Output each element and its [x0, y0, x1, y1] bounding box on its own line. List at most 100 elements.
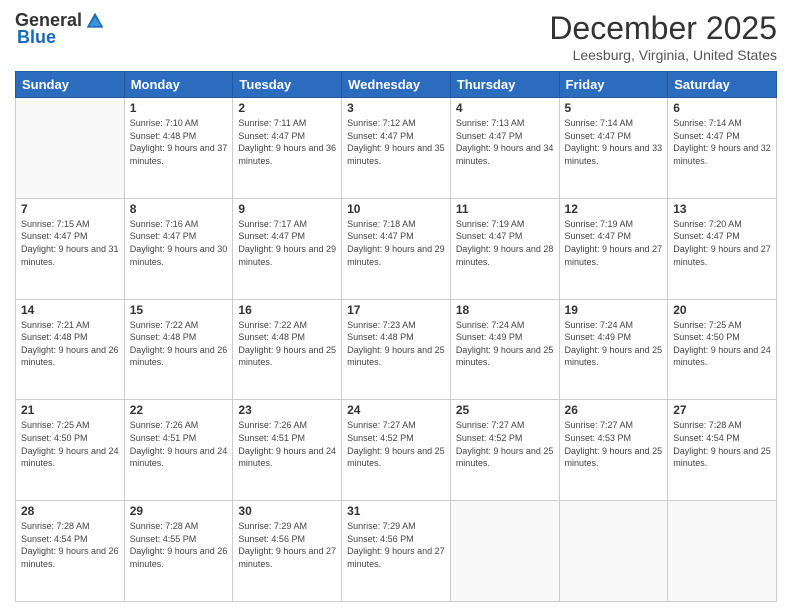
daylight-text: Daylight: 9 hours and 25 minutes. [347, 446, 445, 469]
calendar-cell-w1-d3: 2Sunrise: 7:11 AMSunset: 4:47 PMDaylight… [233, 98, 342, 199]
day-number: 25 [456, 403, 554, 417]
sunrise-text: Sunrise: 7:13 AM [456, 118, 525, 128]
day-info: Sunrise: 7:25 AMSunset: 4:50 PMDaylight:… [673, 319, 771, 369]
header: General Blue December 2025 Leesburg, Vir… [15, 10, 777, 63]
sunrise-text: Sunrise: 7:22 AM [130, 320, 199, 330]
day-info: Sunrise: 7:18 AMSunset: 4:47 PMDaylight:… [347, 218, 445, 268]
day-number: 6 [673, 101, 771, 115]
day-info: Sunrise: 7:22 AMSunset: 4:48 PMDaylight:… [130, 319, 228, 369]
calendar-cell-w1-d7: 6Sunrise: 7:14 AMSunset: 4:47 PMDaylight… [668, 98, 777, 199]
day-info: Sunrise: 7:25 AMSunset: 4:50 PMDaylight:… [21, 419, 119, 469]
calendar-week-4: 21 Sunrise: 7:25 AMSunset: 4:50 PMDayligh… [16, 400, 777, 501]
daylight-text: Daylight: 9 hours and 26 minutes. [130, 345, 228, 368]
sunrise-text: Sunrise: 7:29 AM [238, 521, 307, 531]
day-info: Sunrise: 7:21 AMSunset: 4:48 PMDaylight:… [21, 319, 119, 369]
sunrise-text: Sunrise: 7:21 AM [21, 320, 90, 330]
day-number: 13 [673, 202, 771, 216]
daylight-text: Daylight: 9 hours and 27 minutes. [565, 244, 663, 267]
calendar-cell-w5-d6 [559, 501, 668, 602]
calendar-cell-w4-d5: 25Sunrise: 7:27 AMSunset: 4:52 PMDayligh… [450, 400, 559, 501]
day-info: Sunrise: 7:28 AMSunset: 4:54 PMDaylight:… [673, 419, 771, 469]
calendar-cell-w3-d6: 19 Sunrise: 7:24 AMSunset: 4:49 PMDayligh… [559, 299, 668, 400]
col-wednesday: Wednesday [342, 72, 451, 98]
sunset-text: Sunset: 4:47 PM [347, 231, 414, 241]
sunrise-text: Sunrise: 7:20 AM [673, 219, 742, 229]
calendar-cell-w1-d5: 4Sunrise: 7:13 AMSunset: 4:47 PMDaylight… [450, 98, 559, 199]
day-number: 24 [347, 403, 445, 417]
day-number: 11 [456, 202, 554, 216]
daylight-text: Daylight: 9 hours and 24 minutes. [238, 446, 336, 469]
calendar-cell-w5-d4: 31Sunrise: 7:29 AMSunset: 4:56 PMDayligh… [342, 501, 451, 602]
day-number: 9 [238, 202, 336, 216]
daylight-text: Daylight: 9 hours and 32 minutes. [673, 143, 771, 166]
day-number: 3 [347, 101, 445, 115]
daylight-text: Daylight: 9 hours and 25 minutes. [347, 345, 445, 368]
sunrise-text: Sunrise: 7:26 AM [130, 420, 199, 430]
day-info: Sunrise: 7:20 AMSunset: 4:47 PMDaylight:… [673, 218, 771, 268]
col-saturday: Saturday [668, 72, 777, 98]
calendar-cell-w5-d7 [668, 501, 777, 602]
sunset-text: Sunset: 4:53 PM [565, 433, 632, 443]
daylight-text: Daylight: 9 hours and 24 minutes. [130, 446, 228, 469]
day-number: 21 [21, 403, 119, 417]
day-info: Sunrise: 7:27 AMSunset: 4:53 PMDaylight:… [565, 419, 663, 469]
sunrise-text: Sunrise: 7:14 AM [673, 118, 742, 128]
day-info: Sunrise: 7:19 AMSunset: 4:47 PMDaylight:… [565, 218, 663, 268]
sunrise-text: Sunrise: 7:10 AM [130, 118, 199, 128]
calendar-cell-w5-d1: 28Sunrise: 7:28 AMSunset: 4:54 PMDayligh… [16, 501, 125, 602]
sunset-text: Sunset: 4:52 PM [456, 433, 523, 443]
sunrise-text: Sunrise: 7:28 AM [21, 521, 90, 531]
day-info: Sunrise: 7:13 AMSunset: 4:47 PMDaylight:… [456, 117, 554, 167]
calendar-cell-w2-d6: 12Sunrise: 7:19 AMSunset: 4:47 PMDayligh… [559, 198, 668, 299]
calendar-cell-w3-d1: 14Sunrise: 7:21 AMSunset: 4:48 PMDayligh… [16, 299, 125, 400]
sunset-text: Sunset: 4:49 PM [565, 332, 632, 342]
col-thursday: Thursday [450, 72, 559, 98]
day-info: Sunrise: 7:14 AMSunset: 4:47 PMDaylight:… [565, 117, 663, 167]
calendar-week-5: 28Sunrise: 7:28 AMSunset: 4:54 PMDayligh… [16, 501, 777, 602]
calendar-cell-w3-d5: 18Sunrise: 7:24 AMSunset: 4:49 PMDayligh… [450, 299, 559, 400]
sunset-text: Sunset: 4:51 PM [238, 433, 305, 443]
calendar-cell-w5-d2: 29Sunrise: 7:28 AMSunset: 4:55 PMDayligh… [124, 501, 233, 602]
calendar-cell-w4-d1: 21 Sunrise: 7:25 AMSunset: 4:50 PMDayligh… [16, 400, 125, 501]
sunset-text: Sunset: 4:47 PM [673, 231, 740, 241]
location-subtitle: Leesburg, Virginia, United States [549, 47, 777, 63]
logo-icon [85, 11, 105, 31]
daylight-text: Daylight: 9 hours and 24 minutes. [21, 446, 119, 469]
calendar-cell-w4-d6: 26Sunrise: 7:27 AMSunset: 4:53 PMDayligh… [559, 400, 668, 501]
col-friday: Friday [559, 72, 668, 98]
day-number: 18 [456, 303, 554, 317]
sunset-text: Sunset: 4:47 PM [130, 231, 197, 241]
day-number: 19 [565, 303, 663, 317]
day-number: 28 [21, 504, 119, 518]
calendar-cell-w4-d4: 24Sunrise: 7:27 AMSunset: 4:52 PMDayligh… [342, 400, 451, 501]
sunset-text: Sunset: 4:47 PM [238, 131, 305, 141]
sunrise-text: Sunrise: 7:28 AM [130, 521, 199, 531]
daylight-text: Daylight: 9 hours and 27 minutes. [238, 546, 336, 569]
sunrise-text: Sunrise: 7:27 AM [456, 420, 525, 430]
col-sunday: Sunday [16, 72, 125, 98]
sunset-text: Sunset: 4:54 PM [673, 433, 740, 443]
sunset-text: Sunset: 4:47 PM [347, 131, 414, 141]
sunset-text: Sunset: 4:50 PM [673, 332, 740, 342]
calendar-cell-w2-d2: 8Sunrise: 7:16 AMSunset: 4:47 PMDaylight… [124, 198, 233, 299]
daylight-text: Daylight: 9 hours and 25 minutes. [565, 345, 663, 368]
sunset-text: Sunset: 4:52 PM [347, 433, 414, 443]
daylight-text: Daylight: 9 hours and 36 minutes. [238, 143, 336, 166]
sunrise-text: Sunrise: 7:11 AM [238, 118, 306, 128]
sunset-text: Sunset: 4:56 PM [238, 534, 305, 544]
day-info: Sunrise: 7:26 AMSunset: 4:51 PMDaylight:… [130, 419, 228, 469]
daylight-text: Daylight: 9 hours and 29 minutes. [238, 244, 336, 267]
day-number: 30 [238, 504, 336, 518]
daylight-text: Daylight: 9 hours and 25 minutes. [565, 446, 663, 469]
sunrise-text: Sunrise: 7:16 AM [130, 219, 199, 229]
sunrise-text: Sunrise: 7:17 AM [238, 219, 307, 229]
day-info: Sunrise: 7:24 AMSunset: 4:49 PMDaylight:… [565, 319, 663, 369]
calendar-cell-w1-d6: 5Sunrise: 7:14 AMSunset: 4:47 PMDaylight… [559, 98, 668, 199]
day-info: Sunrise: 7:22 AMSunset: 4:48 PMDaylight:… [238, 319, 336, 369]
calendar-cell-w2-d4: 10Sunrise: 7:18 AMSunset: 4:47 PMDayligh… [342, 198, 451, 299]
day-number: 15 [130, 303, 228, 317]
logo-blue: Blue [17, 27, 56, 48]
col-tuesday: Tuesday [233, 72, 342, 98]
daylight-text: Daylight: 9 hours and 31 minutes. [21, 244, 119, 267]
day-info: Sunrise: 7:29 AM Sunset: 4:56 PM Daylight:… [238, 520, 336, 570]
